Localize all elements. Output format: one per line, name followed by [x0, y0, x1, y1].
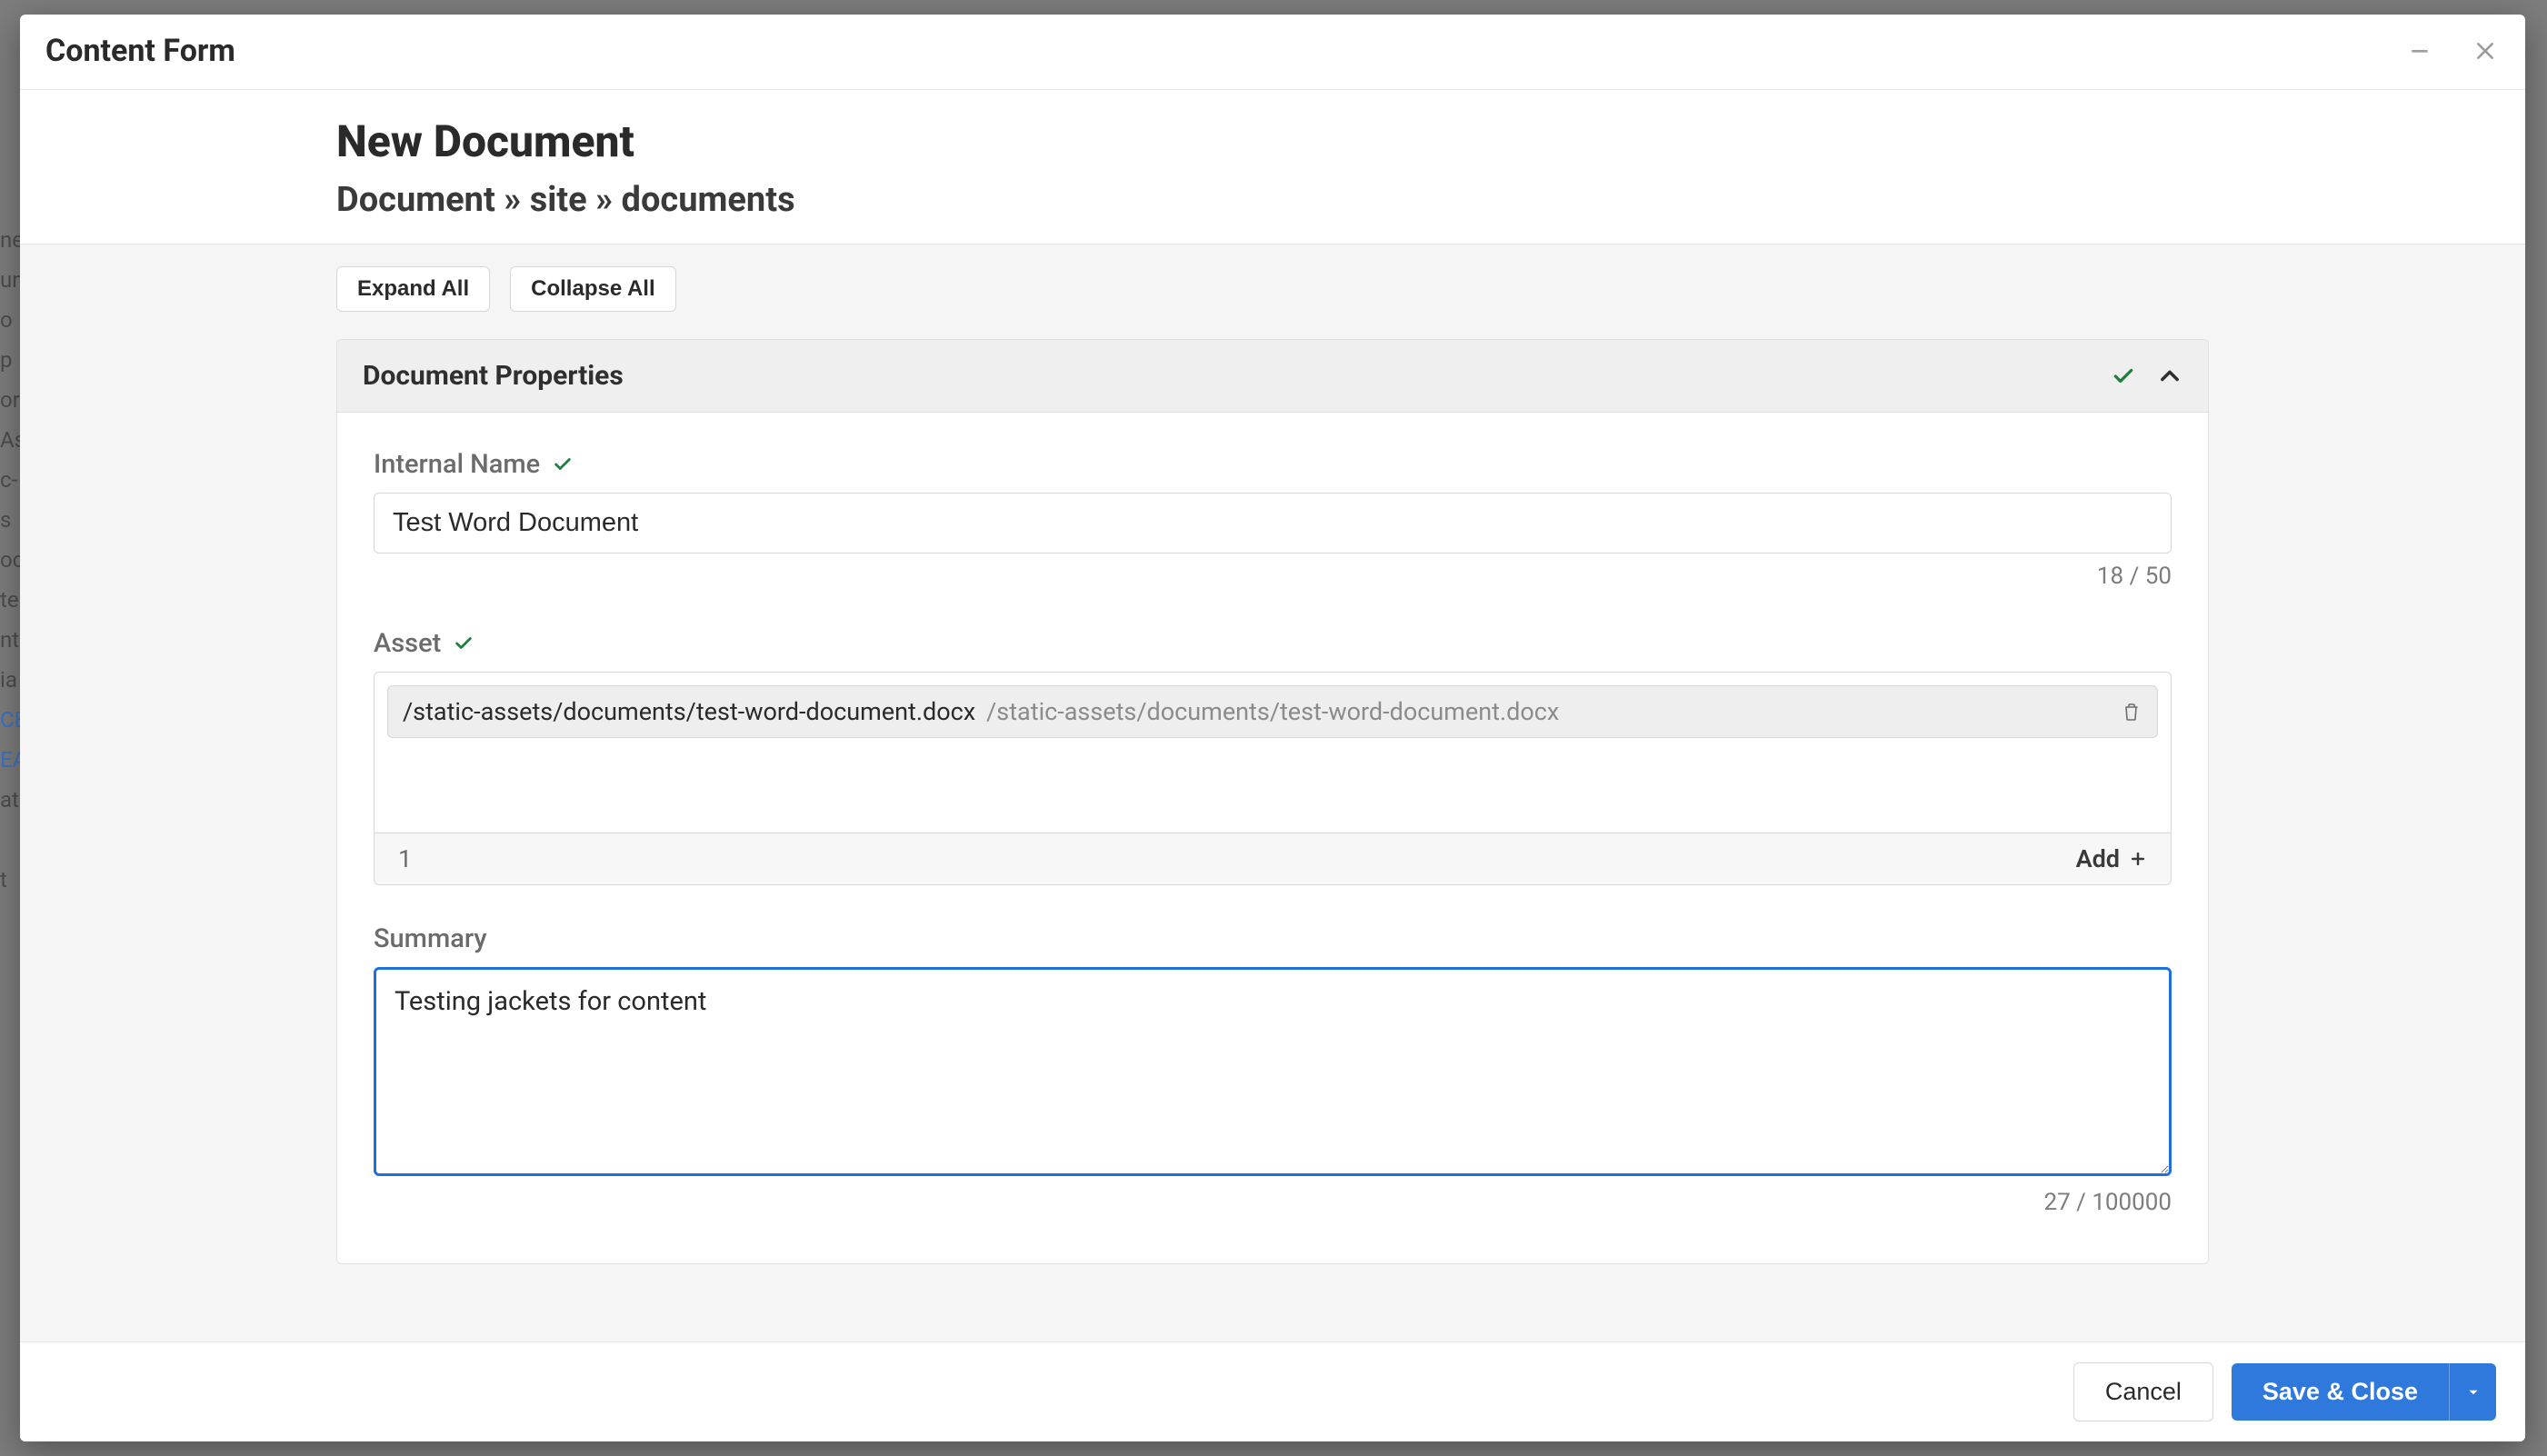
- save-close-group: Save & Close: [2232, 1363, 2496, 1421]
- asset-box: /static-assets/documents/test-word-docum…: [374, 672, 2172, 885]
- summary-counter: 27 / 100000: [374, 1189, 2172, 1216]
- check-icon: [2112, 364, 2135, 388]
- modal-body[interactable]: Expand All Collapse All Document Propert…: [20, 244, 2525, 1341]
- asset-item-name: /static-assets/documents/test-word-docum…: [403, 697, 975, 726]
- close-button[interactable]: [2471, 36, 2500, 65]
- collapse-all-button[interactable]: Collapse All: [510, 266, 675, 312]
- internal-name-input[interactable]: [374, 493, 2172, 553]
- asset-footer: 1 Add: [375, 833, 2171, 884]
- summary-field: Summary 27 / 100000: [374, 923, 2172, 1216]
- internal-name-field: Internal Name 18 / 50: [374, 449, 2172, 590]
- internal-name-label: Internal Name: [374, 449, 540, 480]
- asset-label: Asset: [374, 628, 441, 659]
- breadcrumb: Document » site » documents: [336, 180, 2209, 220]
- content-form-modal: Content Form New Document Document » sit…: [20, 15, 2525, 1441]
- modal-title: Content Form: [45, 33, 235, 69]
- chevron-up-icon[interactable]: [2157, 364, 2182, 389]
- caret-down-icon: [2465, 1384, 2482, 1401]
- section-title: Document Properties: [363, 360, 624, 392]
- internal-name-counter: 18 / 50: [374, 563, 2172, 590]
- page-title: New Document: [336, 115, 2209, 167]
- asset-count: 1: [398, 844, 412, 873]
- summary-label: Summary: [374, 923, 487, 954]
- subheader: New Document Document » site » documents: [20, 90, 2525, 244]
- save-close-dropdown[interactable]: [2449, 1363, 2496, 1421]
- minimize-button[interactable]: [2405, 36, 2434, 65]
- asset-item-path: /static-assets/documents/test-word-docum…: [986, 697, 1559, 726]
- asset-item[interactable]: /static-assets/documents/test-word-docum…: [387, 685, 2158, 738]
- close-icon: [2473, 39, 2497, 63]
- plus-icon: [2129, 850, 2147, 868]
- expand-all-button[interactable]: Expand All: [336, 266, 490, 312]
- minimize-icon: [2408, 39, 2432, 63]
- save-close-button[interactable]: Save & Close: [2232, 1363, 2449, 1421]
- modal-header: Content Form: [20, 15, 2525, 90]
- asset-field: Asset /static-assets/documents/test-word…: [374, 628, 2172, 885]
- check-icon: [454, 633, 474, 653]
- asset-add-label: Add: [2076, 844, 2120, 873]
- cancel-button[interactable]: Cancel: [2073, 1362, 2213, 1421]
- trash-icon[interactable]: [2121, 701, 2142, 723]
- summary-textarea[interactable]: [374, 967, 2172, 1176]
- section-header[interactable]: Document Properties: [337, 340, 2208, 413]
- check-icon: [553, 454, 573, 474]
- document-properties-section: Document Properties Internal Name: [336, 339, 2209, 1264]
- asset-add-button[interactable]: Add: [2076, 844, 2147, 873]
- modal-footer: Cancel Save & Close: [20, 1341, 2525, 1441]
